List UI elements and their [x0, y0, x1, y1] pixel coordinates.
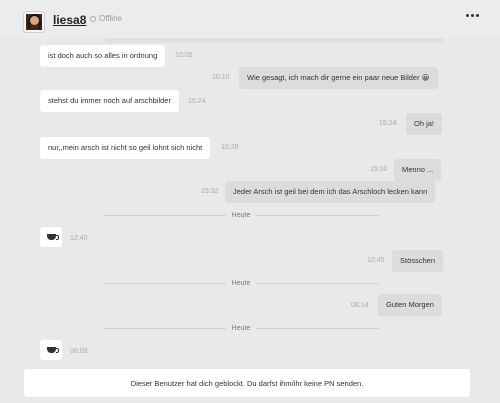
- message-time: 15:28: [221, 144, 239, 151]
- divider-line: [256, 214, 379, 216]
- coffee-cup-icon: [40, 340, 62, 360]
- message-time: 06:14: [351, 302, 369, 309]
- message-bubble-outgoing: Oh ja!: [406, 113, 443, 135]
- date-divider-label: Heute: [231, 324, 251, 332]
- previous-message-bubble: [105, 38, 443, 43]
- message-time: 12:40: [70, 235, 88, 242]
- message-time: 15:24: [379, 120, 397, 127]
- message-time: 15:30: [370, 166, 388, 173]
- cup-shape: [46, 347, 59, 353]
- date-divider-label: Heute: [231, 279, 251, 287]
- user-avatar-icon[interactable]: [24, 12, 44, 32]
- message-bubble-incoming: stehst du immer noch auf arschbilder: [40, 90, 179, 112]
- divider-line: [256, 282, 379, 284]
- divider-line: [103, 282, 226, 284]
- date-divider: Heute: [103, 323, 379, 333]
- divider-line: [256, 327, 379, 329]
- message-bubble-incoming: nur,,mein arsch ist nicht so geil lohnt …: [40, 137, 211, 159]
- coffee-cup-icon: [40, 227, 62, 247]
- status-label: Offline: [99, 14, 122, 23]
- message-time: 15:32: [201, 188, 219, 195]
- message-time: 10:05: [175, 52, 193, 59]
- message-bubble-outgoing: Menno ...: [394, 159, 442, 181]
- date-divider: Heute: [103, 278, 379, 288]
- message-time: 15:24: [188, 98, 206, 105]
- message-bubble-incoming: ist doch auch so alles in ordnung: [40, 45, 166, 67]
- status-dot-icon: [90, 15, 96, 22]
- message-bubble-outgoing: Guten Morgen: [378, 294, 442, 316]
- date-divider: Heute: [103, 210, 379, 220]
- date-divider-label: Heute: [231, 211, 251, 219]
- menu-dot: [466, 14, 469, 17]
- message-bubble-outgoing: Stösschen: [392, 250, 444, 272]
- divider-line: [103, 327, 226, 329]
- online-status: Offline: [90, 14, 122, 23]
- username-link[interactable]: liesa8: [53, 13, 86, 27]
- message-bubble-outgoing: Wie gesagt, ich mach dir gerne ein paar …: [239, 67, 438, 89]
- more-options-icon[interactable]: [466, 14, 479, 17]
- cup-shape: [46, 234, 59, 240]
- divider-line: [103, 214, 226, 216]
- chat-header: liesa8 Offline: [0, 0, 500, 38]
- blocked-notice: Dieser Benutzer hat dich geblockt. Du da…: [24, 369, 470, 397]
- blocked-notice-text: Dieser Benutzer hat dich geblockt. Du da…: [130, 378, 364, 388]
- message-bubble-outgoing: Jeder Arsch ist geil bei dem ich das Ars…: [225, 181, 436, 203]
- menu-dot: [476, 14, 479, 17]
- avatar-face: [30, 16, 39, 25]
- message-time: 12:45: [367, 257, 385, 264]
- menu-dot: [471, 14, 474, 17]
- message-time: 10:10: [212, 74, 230, 81]
- message-time: 08:09: [70, 348, 88, 355]
